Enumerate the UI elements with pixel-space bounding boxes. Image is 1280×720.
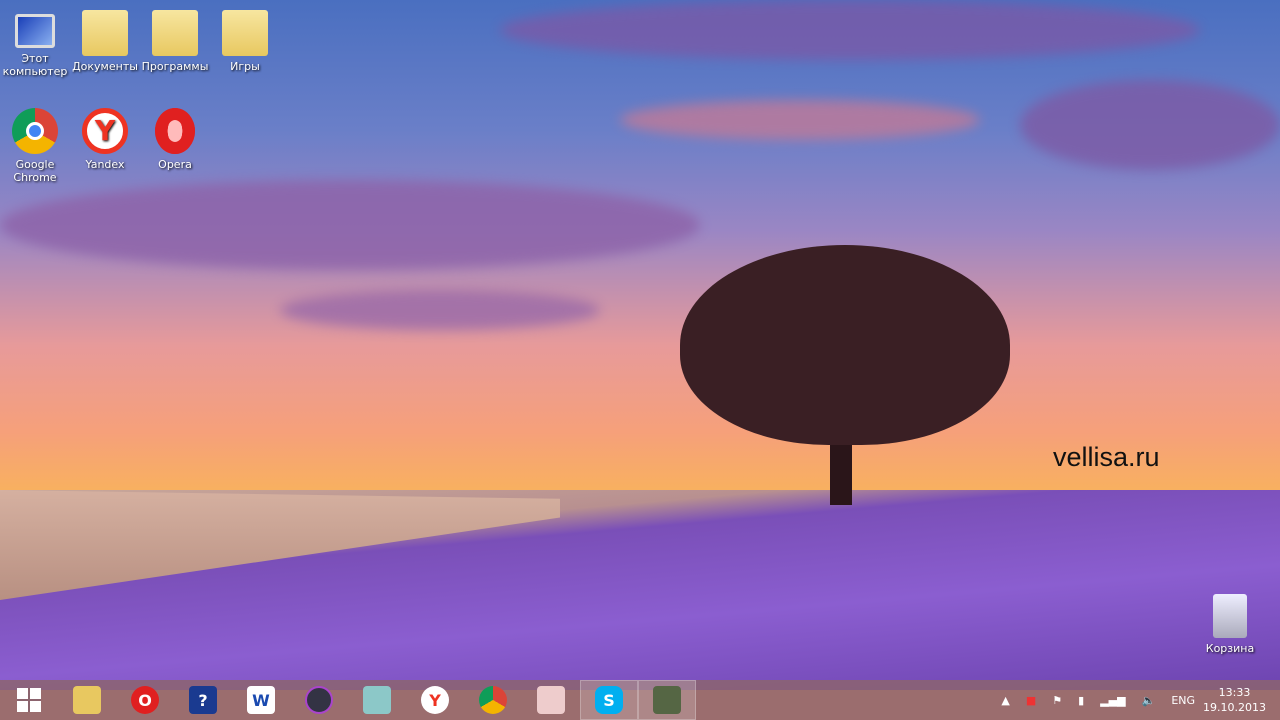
help-icon: ?	[189, 686, 217, 714]
battery-icon[interactable]: ▮	[1078, 694, 1084, 707]
language-indicator[interactable]: ENG	[1171, 694, 1195, 707]
taskbar-snipping[interactable]	[522, 680, 580, 720]
system-tray: ▲ ■ ⚑ ▮ ▂▄▆ 🔈 ENG 13:33 19.10.2013	[993, 680, 1280, 720]
desktop-icon-documents[interactable]: Документы	[70, 6, 140, 73]
opera-icon: O	[131, 686, 159, 714]
chrome-icon	[479, 686, 507, 714]
folder-icon	[152, 10, 198, 56]
desktop-icon-chrome[interactable]: Google Chrome	[0, 104, 70, 184]
network-signal-icon[interactable]: ▂▄▆	[1100, 694, 1125, 707]
chrome-icon	[12, 108, 58, 154]
yandex-icon: Y	[82, 108, 128, 154]
computer-icon	[15, 14, 55, 48]
taskbar-media[interactable]	[290, 680, 348, 720]
desktop-icon-yandex[interactable]: Y Yandex	[70, 104, 140, 171]
antivirus-icon[interactable]: ■	[1026, 694, 1036, 707]
folder-icon	[82, 10, 128, 56]
taskbar-help[interactable]: ?	[174, 680, 232, 720]
taskbar-yandex[interactable]: Y	[406, 680, 464, 720]
action-center-flag-icon[interactable]: ⚑	[1052, 694, 1062, 707]
clock[interactable]: 13:33 19.10.2013	[1203, 685, 1266, 715]
clock-date: 19.10.2013	[1203, 701, 1266, 714]
taskbar-opera[interactable]: O	[116, 680, 174, 720]
show-hidden-icons-chevron-icon[interactable]: ▲	[1001, 694, 1009, 707]
scissors-icon	[537, 686, 565, 714]
taskbar-game[interactable]	[638, 680, 696, 720]
word-icon: W	[247, 686, 275, 714]
desktop-icon-computer[interactable]: Этот компьютер	[0, 10, 70, 78]
watermark: vellisa.ru	[1053, 442, 1160, 472]
start-button[interactable]	[0, 680, 58, 720]
folder-icon	[222, 10, 268, 56]
game-icon	[653, 686, 681, 714]
recycle-bin-icon	[1213, 594, 1247, 638]
notes-icon	[363, 686, 391, 714]
skype-icon: S	[595, 686, 623, 714]
desktop-icon-opera[interactable]: Opera	[140, 104, 210, 171]
file-explorer-icon	[73, 686, 101, 714]
opera-icon	[155, 108, 195, 154]
windows-icon	[17, 688, 41, 712]
desktop-icon-recycle-bin[interactable]: Корзина	[1195, 590, 1265, 655]
taskbar-chrome[interactable]	[464, 680, 522, 720]
taskbar: O ? W Y S ▲ ■ ⚑ ▮ ▂▄▆ 🔈 ENG 13:33 19.10.2…	[0, 680, 1280, 720]
taskbar-notes[interactable]	[348, 680, 406, 720]
desktop-icon-programs[interactable]: Программы	[140, 6, 210, 73]
clock-time: 13:33	[1218, 686, 1251, 699]
yandex-icon: Y	[421, 686, 449, 714]
taskbar-file-explorer[interactable]	[58, 680, 116, 720]
taskbar-skype[interactable]: S	[580, 680, 638, 720]
volume-icon[interactable]: 🔈	[1142, 694, 1156, 707]
desktop-icon-games[interactable]: Игры	[210, 6, 280, 73]
media-icon	[305, 686, 333, 714]
taskbar-word[interactable]: W	[232, 680, 290, 720]
tree	[680, 245, 1010, 445]
